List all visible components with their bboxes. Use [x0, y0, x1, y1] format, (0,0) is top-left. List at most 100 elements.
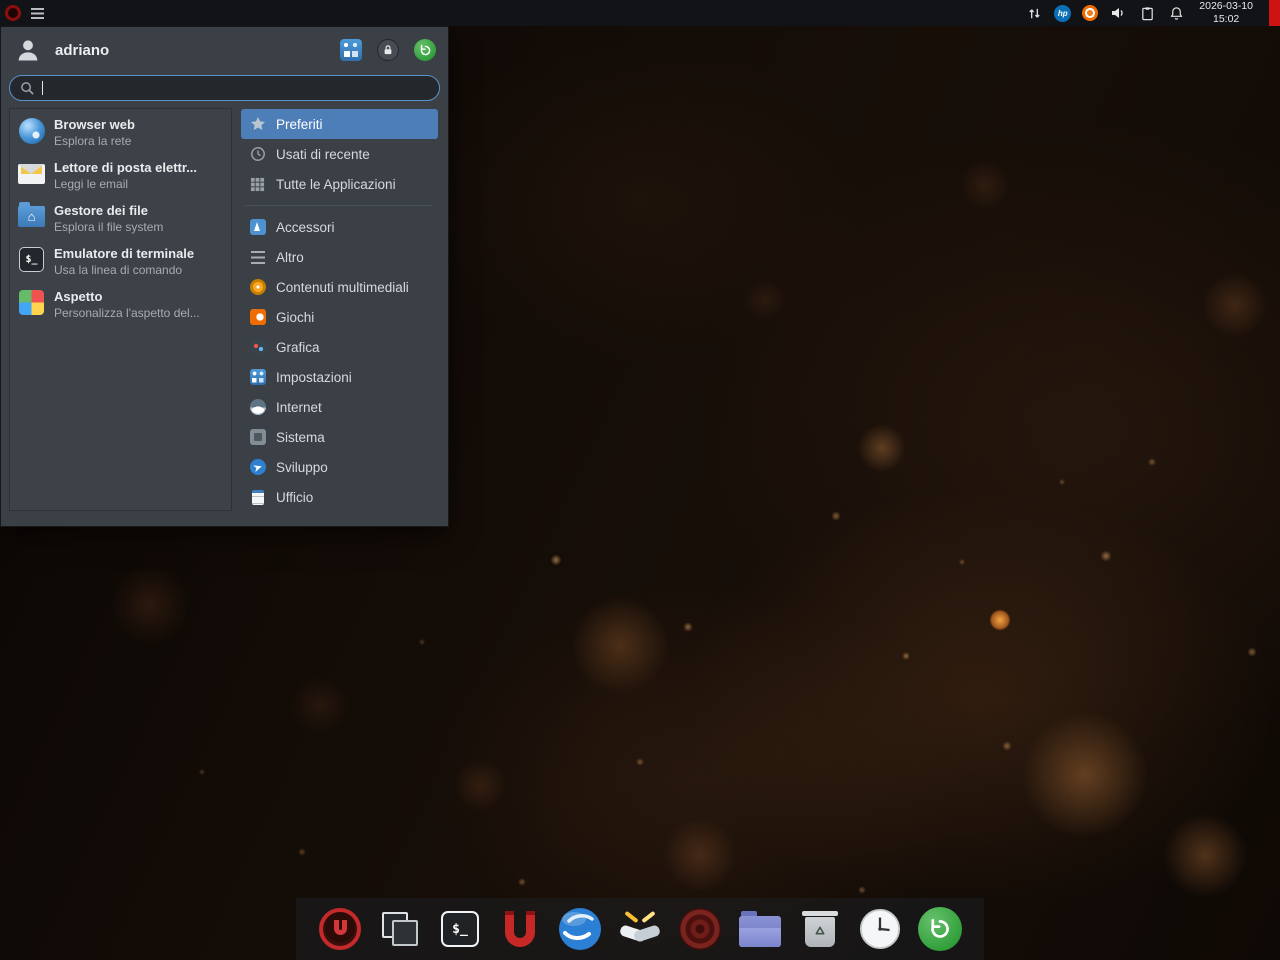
dock-terminal[interactable]: $_	[436, 905, 484, 953]
list-item-mail-reader[interactable]: Lettore di posta elettr... Leggi le emai…	[12, 154, 229, 197]
settings-button[interactable]	[340, 39, 362, 61]
app-title: Browser web	[54, 116, 135, 133]
category-label: Contenuti multimediali	[276, 280, 409, 295]
app-subtitle: Usa la linea di comando	[54, 262, 194, 278]
hp-tray-icon[interactable]: hp	[1054, 5, 1071, 22]
hamburger-menu-icon[interactable]	[31, 8, 44, 19]
clock-icon	[859, 908, 901, 950]
red-emblem-icon	[679, 908, 721, 950]
layout-tiles-icon	[381, 911, 419, 947]
menu-header: adriano	[1, 27, 448, 73]
app-subtitle: Personalizza l'aspetto del...	[54, 305, 200, 321]
office-icon	[252, 490, 264, 505]
favorites-list: Browser web Esplora la rete Lettore di p…	[9, 108, 232, 511]
category-giochi[interactable]: Giochi	[241, 302, 438, 332]
app-subtitle: Esplora il file system	[54, 219, 163, 235]
handshake-icon	[617, 906, 663, 952]
accessories-icon	[250, 219, 266, 235]
dock-file-manager[interactable]	[736, 905, 784, 953]
dock-web-browser[interactable]	[556, 905, 604, 953]
list-item-terminal[interactable]: $_ Emulatore di terminale Usa la linea d…	[12, 240, 229, 283]
category-label: Ufficio	[276, 490, 313, 505]
mail-icon	[18, 164, 45, 184]
category-label: Usati di recente	[276, 147, 370, 162]
category-label: Preferiti	[276, 117, 323, 132]
categories-list: Preferiti Usati di recente	[237, 108, 440, 511]
user-avatar[interactable]	[13, 35, 43, 65]
list-item-browser-web[interactable]: Browser web Esplora la rete	[12, 111, 229, 154]
category-label: Altro	[276, 250, 304, 265]
category-label: Sviluppo	[276, 460, 328, 475]
terminal-dock-icon: $_	[441, 911, 479, 947]
ufficiozero-logo-icon	[319, 908, 361, 950]
dock-logout[interactable]	[916, 905, 964, 953]
other-icon	[251, 251, 265, 264]
web-browser-icon	[19, 118, 45, 144]
category-usati-di-recente[interactable]: Usati di recente	[241, 139, 438, 169]
graphics-icon	[250, 339, 266, 355]
dock-emblem-app[interactable]	[676, 905, 724, 953]
system-icon	[250, 429, 266, 445]
hp-label: hp	[1058, 9, 1068, 18]
internet-icon	[250, 399, 266, 415]
category-altro[interactable]: Altro	[241, 242, 438, 272]
terminal-icon: $_	[19, 247, 44, 272]
clipboard-tray-icon[interactable]	[1138, 4, 1156, 22]
recent-clock-icon	[249, 146, 266, 163]
dock-ufficiozero-launcher[interactable]	[316, 905, 364, 953]
settings-category-icon	[250, 369, 266, 385]
folder-icon	[739, 916, 781, 947]
dock-collaboration-app[interactable]	[616, 905, 664, 953]
category-label: Impostazioni	[276, 370, 352, 385]
category-label: Tutte le Applicazioni	[276, 177, 396, 192]
lock-screen-button[interactable]	[377, 39, 399, 61]
dock-magnet-app[interactable]	[496, 905, 544, 953]
username-label: adriano	[55, 42, 340, 59]
time-label: 15:02	[1213, 13, 1239, 26]
app-title: Gestore dei file	[54, 202, 163, 219]
list-item-appearance[interactable]: Aspetto Personalizza l'aspetto del...	[12, 283, 229, 326]
orange-app-tray-icon[interactable]	[1082, 5, 1098, 21]
category-label: Sistema	[276, 430, 325, 445]
volume-icon[interactable]	[1109, 4, 1127, 22]
all-apps-grid-icon	[249, 176, 266, 193]
category-label: Giochi	[276, 310, 314, 325]
category-contenuti-multimediali[interactable]: Contenuti multimediali	[241, 272, 438, 302]
terminal-glyph: $_	[452, 922, 468, 937]
dock: $_	[296, 898, 984, 960]
category-internet[interactable]: Internet	[241, 392, 438, 422]
category-grafica[interactable]: Grafica	[241, 332, 438, 362]
terminal-glyph: $_	[25, 254, 37, 265]
dock-trash[interactable]	[796, 905, 844, 953]
dock-clock[interactable]	[856, 905, 904, 953]
category-preferiti[interactable]: Preferiti	[241, 109, 438, 139]
list-item-file-manager[interactable]: ⌂ Gestore dei file Esplora il file syste…	[12, 197, 229, 240]
category-sistema[interactable]: Sistema	[241, 422, 438, 452]
category-label: Accessori	[276, 220, 335, 235]
category-impostazioni[interactable]: Impostazioni	[241, 362, 438, 392]
distro-logo-icon[interactable]	[5, 5, 21, 21]
category-tutte-le-applicazioni[interactable]: Tutte le Applicazioni	[241, 169, 438, 199]
category-label: Internet	[276, 400, 322, 415]
logout-button[interactable]	[414, 39, 436, 61]
development-icon	[250, 459, 266, 475]
house-glyph: ⌂	[28, 210, 36, 223]
category-ufficio[interactable]: Ufficio	[241, 482, 438, 512]
app-subtitle: Esplora la rete	[54, 133, 135, 149]
date-label: 2026-03-10	[1199, 0, 1253, 13]
desktop-screen: hp 2026-03-10 15:02 adriano	[0, 0, 1280, 960]
updates-arrows-icon[interactable]	[1025, 4, 1043, 22]
category-sviluppo[interactable]: Sviluppo	[241, 452, 438, 482]
category-label: Grafica	[276, 340, 320, 355]
browser-globe-icon	[558, 907, 602, 951]
magnet-u-icon	[505, 915, 535, 947]
notifications-bell-icon[interactable]	[1167, 4, 1185, 22]
file-manager-icon: ⌂	[18, 206, 45, 227]
clock-datetime[interactable]: 2026-03-10 15:02	[1199, 0, 1253, 25]
dock-tiles-app[interactable]	[376, 905, 424, 953]
panel-edge-stripe	[1269, 0, 1280, 26]
text-caret	[42, 81, 43, 95]
category-accessori[interactable]: Accessori	[241, 212, 438, 242]
appearance-icon	[19, 290, 44, 315]
search-input[interactable]	[9, 75, 440, 101]
